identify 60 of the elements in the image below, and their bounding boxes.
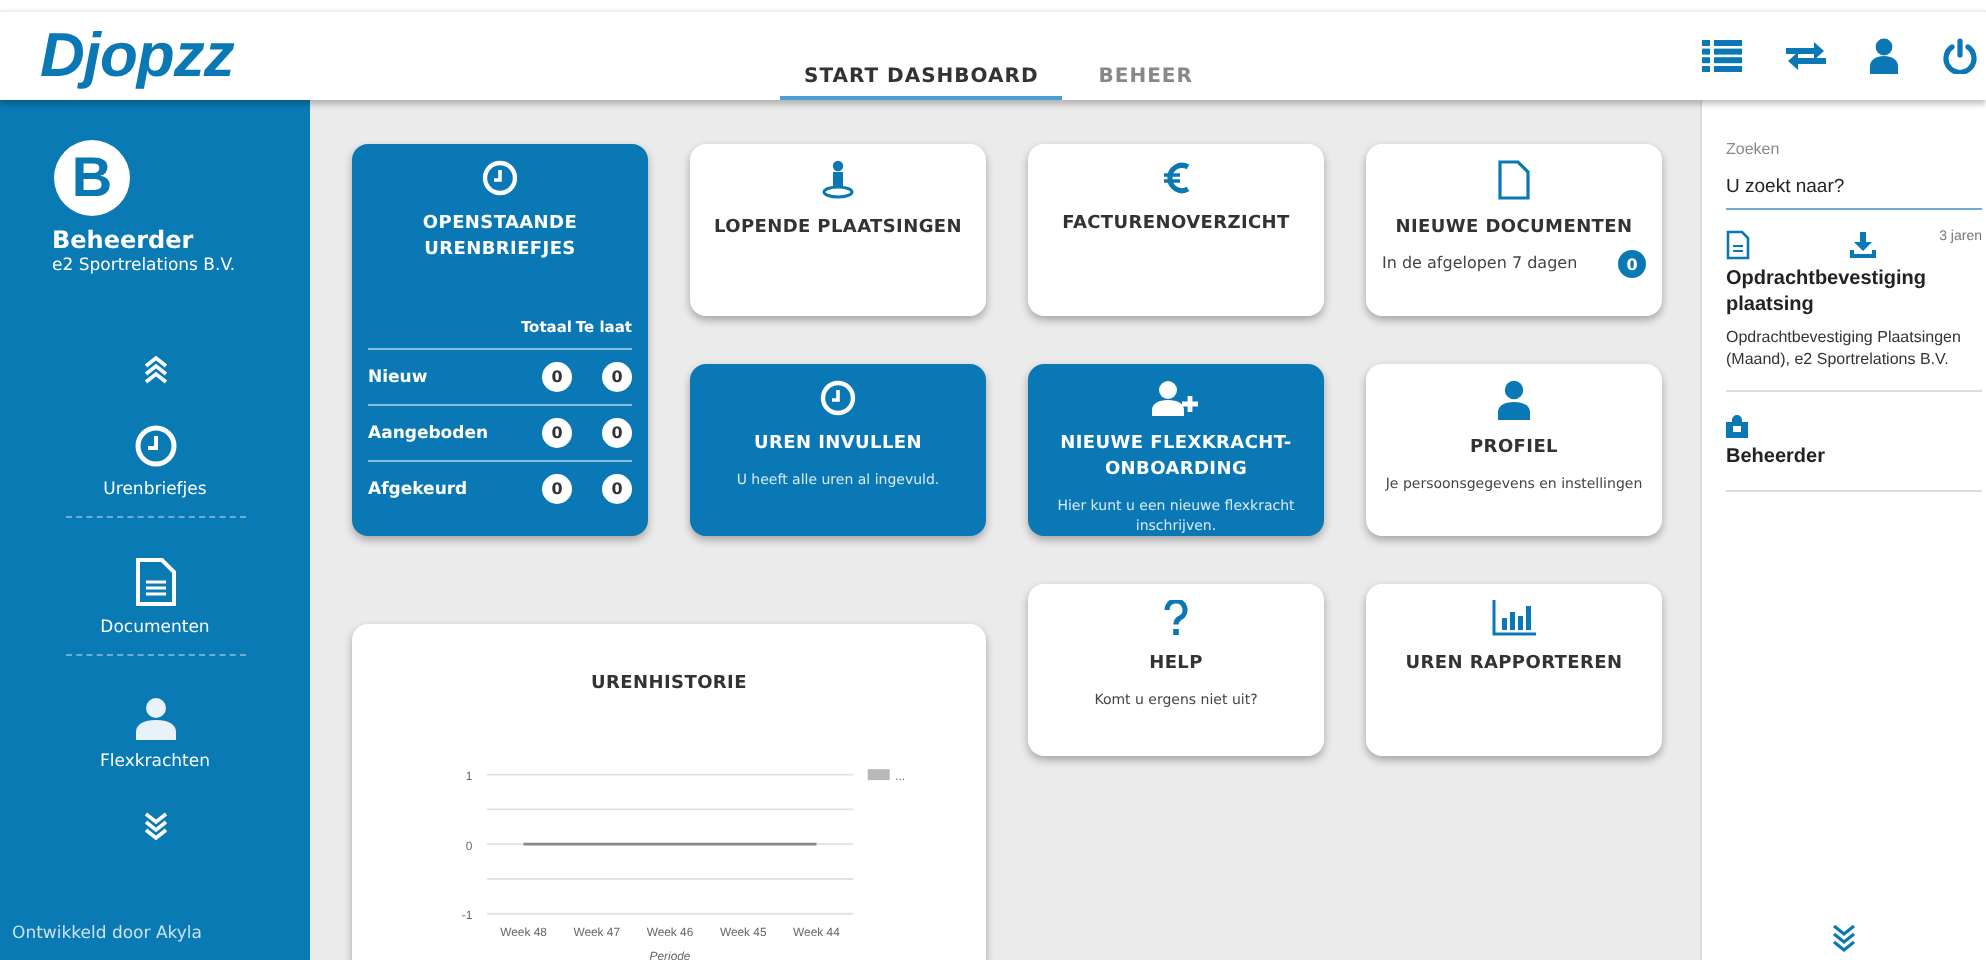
tile-text: In de afgelopen 7 dagen	[1382, 254, 1578, 274]
dashboard-tile[interactable]: LOPENDE PLAATSINGEN	[690, 144, 986, 316]
power-icon[interactable]	[1942, 38, 1978, 74]
euro-icon	[1162, 160, 1190, 196]
count-badge: 0	[542, 418, 572, 448]
clock-icon	[133, 424, 177, 468]
chevrons-up-icon[interactable]	[143, 356, 167, 384]
list-icon[interactable]	[1702, 40, 1742, 72]
clock-icon	[482, 160, 518, 196]
user-icon	[1498, 380, 1530, 420]
app-logo: Djopzz	[40, 20, 237, 92]
user-name: Beheerder	[52, 226, 194, 254]
result-description: Opdrachtbevestiging Plaatsingen (Maand), e2 Sportrelations B.V.	[1726, 326, 1963, 370]
document-icon	[1498, 160, 1530, 200]
sidebar-nav-item[interactable]: Urenbriefjes	[65, 384, 245, 518]
nav-tab[interactable]: BEHEER	[1074, 66, 1217, 100]
result-title: Beheerder	[1726, 444, 1827, 470]
row-label: Nieuw	[368, 367, 430, 387]
search-result[interactable]: Beheerder	[1726, 392, 1982, 492]
sidebar-nav-item[interactable]: Documenten	[65, 518, 245, 656]
tile-title: PROFIEL	[1470, 436, 1558, 462]
question-icon	[1164, 600, 1188, 636]
user-icon[interactable]	[1870, 38, 1898, 74]
document-icon	[135, 558, 175, 606]
tile-title: FACTURENOVERZICHT	[1062, 212, 1290, 238]
clock-icon	[820, 380, 856, 416]
tile-title: HELP	[1149, 652, 1203, 678]
dashboard-tile[interactable]: FACTURENOVERZICHT	[1028, 144, 1324, 316]
user-icon	[133, 696, 177, 740]
count-badge: 0	[602, 474, 632, 504]
tile-title: LOPENDE PLAATSINGEN	[713, 216, 963, 242]
document-icon	[1726, 230, 1750, 260]
dashboard-tile[interactable]: UREN RAPPORTEREN	[1366, 584, 1662, 756]
footer-credit: Ontwikkeld door Akyla	[12, 924, 202, 944]
tile-title: NIEUWE DOCUMENTEN	[1395, 216, 1633, 242]
swap-arrows-icon[interactable]	[1786, 40, 1826, 72]
count-badge: 0	[542, 362, 572, 392]
chevrons-down-icon[interactable]	[1832, 924, 1856, 952]
count-badge: 0	[602, 418, 632, 448]
tile-title: NIEUWE FLEXKRACHT-ONBOARDING	[1058, 432, 1294, 484]
count-badge: 0	[542, 474, 572, 504]
company-name: e2 Sportrelations B.V.	[52, 256, 236, 276]
result-title: Opdrachtbevestiging plaatsing	[1726, 266, 1929, 318]
tile-title: UREN RAPPORTEREN	[1405, 652, 1623, 678]
bar-chart-icon	[1492, 600, 1536, 636]
tile-title: UREN INVULLEN	[754, 432, 922, 458]
count-badge: 0	[1618, 250, 1646, 278]
user-plus-icon	[1152, 380, 1200, 416]
tile-title: OPENSTAANDE URENBRIEFJES	[420, 212, 580, 264]
count-badge: 0	[602, 362, 632, 392]
legend-swatch	[866, 769, 889, 781]
row-label: Aangeboden	[368, 423, 491, 443]
sidebar-nav-item[interactable]: Flexkrachten	[65, 656, 245, 788]
row-label: Afgekeurd	[368, 479, 470, 499]
avatar-letter: B	[54, 140, 130, 216]
dashboard-tile[interactable]: NIEUWE DOCUMENTEN In de afgelopen 7 dagen 0	[1366, 144, 1662, 316]
tile-title: URENHISTORIE	[591, 672, 747, 698]
search-label: Zoeken	[1726, 140, 1782, 158]
download-icon[interactable]	[1850, 232, 1876, 258]
person-pin-icon	[822, 160, 854, 200]
